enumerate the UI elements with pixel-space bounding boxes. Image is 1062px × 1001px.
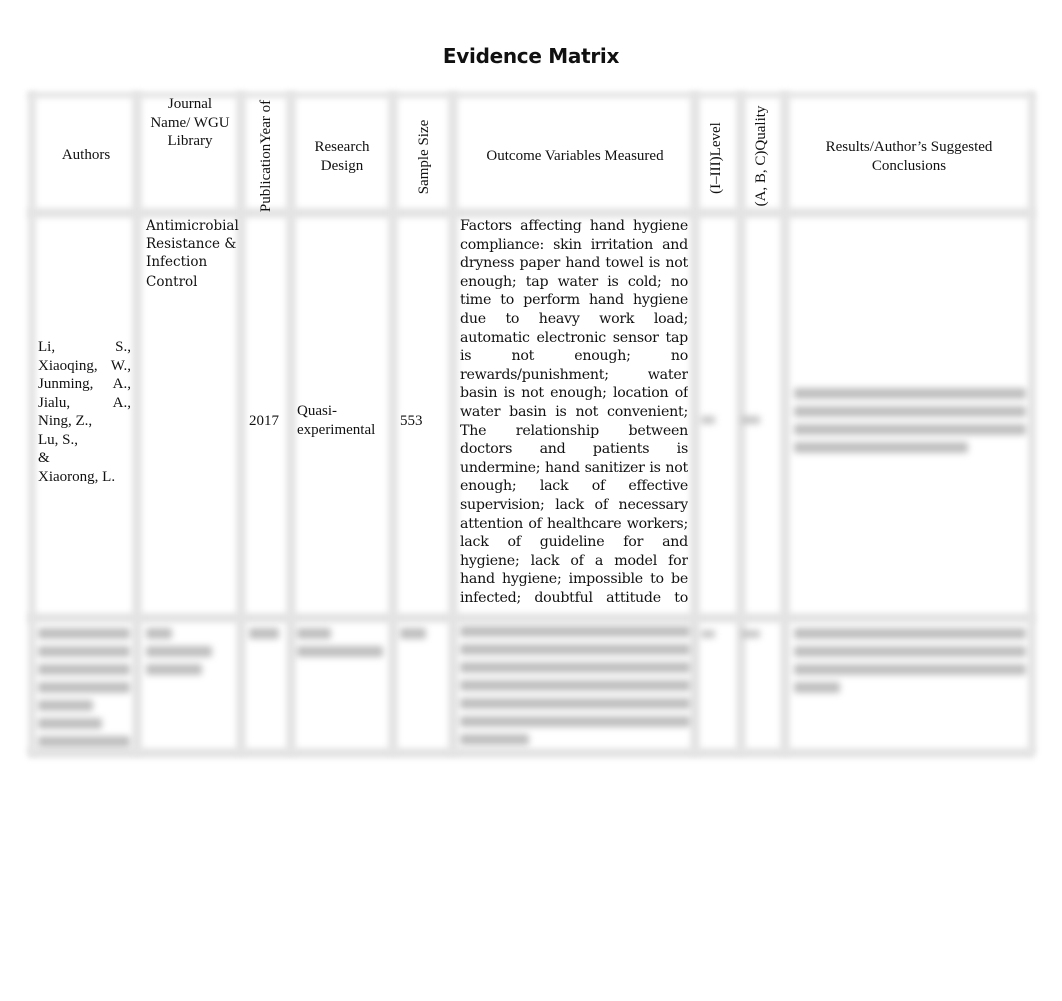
cell-year: 2017 (249, 413, 279, 429)
table-col-divider (448, 92, 458, 754)
header-journal-line: Library (167, 133, 213, 149)
author-line: Xiaoqing, W., (38, 357, 131, 374)
cell-level-obscured (701, 630, 715, 638)
cell-year-obscured (249, 628, 279, 646)
design-line: experimental (297, 421, 376, 438)
cell-authors-obscured (38, 628, 130, 754)
cell-quality-obscured (742, 416, 760, 424)
cell-quality-obscured (742, 630, 760, 638)
header-results: Results/Author’s Suggested Conclusions (790, 138, 1028, 175)
cell-results-obscured (794, 628, 1026, 700)
journal-line: Infection (146, 254, 208, 270)
header-year: PublicationYear of (258, 99, 274, 213)
design-line: Quasi- (297, 403, 337, 419)
table-col-divider (690, 92, 700, 754)
table-col-divider (28, 92, 36, 754)
header-journal-line: Journal (167, 96, 213, 112)
header-outcome: Outcome Variables Measured (486, 148, 664, 164)
author-line: Li, S., (38, 339, 131, 355)
header-level: (I–III)Level (708, 122, 724, 194)
table-border-right (1028, 92, 1036, 754)
table-col-divider (132, 92, 142, 754)
header-results-line: Results/Author’s Suggested (825, 139, 993, 155)
header-research-design: Research Design (296, 138, 388, 175)
header-journal: Journal Name/ WGU Library (142, 95, 238, 151)
table-row-divider (28, 613, 1034, 623)
cell-journal: Antimicrobial Resistance & Infection Con… (146, 217, 239, 291)
document-title: Evidence Matrix (442, 44, 620, 68)
author-line: Ning, Z., (38, 413, 93, 429)
cell-level-obscured (701, 416, 715, 424)
header-journal-line: Name/ WGU (150, 114, 230, 131)
journal-line: Antimicrobial (146, 218, 239, 234)
cell-sample-obscured (400, 628, 426, 646)
author-line: Lu, S., (38, 431, 79, 448)
author-line: Xiaorong, L. (38, 468, 116, 485)
table-col-divider (388, 92, 398, 754)
table-col-divider (780, 92, 790, 754)
header-sample-size: Sample Size (416, 119, 432, 195)
header-results-line: Conclusions (871, 157, 947, 174)
cell-sample-size: 553 (400, 413, 423, 429)
journal-line: Control (146, 274, 198, 290)
author-line: Junming, A., (38, 376, 131, 392)
header-quality: (A, B, C)Quality (753, 105, 769, 207)
cell-outcome-obscured (460, 626, 690, 752)
table-col-divider (236, 92, 246, 754)
cell-design-obscured (297, 628, 383, 664)
header-design-line: Design (320, 157, 364, 174)
journal-line: Resistance & (146, 236, 237, 252)
cell-results-obscured (794, 388, 1026, 460)
cell-authors: Li, S., Xiaoqing, W., Junming, A., Jialu… (38, 338, 131, 486)
author-line: Jialu, A., (38, 394, 131, 411)
cell-research-design: Quasi- experimental (297, 402, 389, 439)
header-design-line: Research (314, 139, 370, 155)
header-authors: Authors (61, 147, 111, 163)
cell-journal-obscured (146, 628, 212, 682)
cell-outcome: Factors affecting hand hygiene complianc… (460, 218, 688, 609)
author-line: & (38, 450, 50, 466)
table-col-divider (286, 92, 296, 754)
